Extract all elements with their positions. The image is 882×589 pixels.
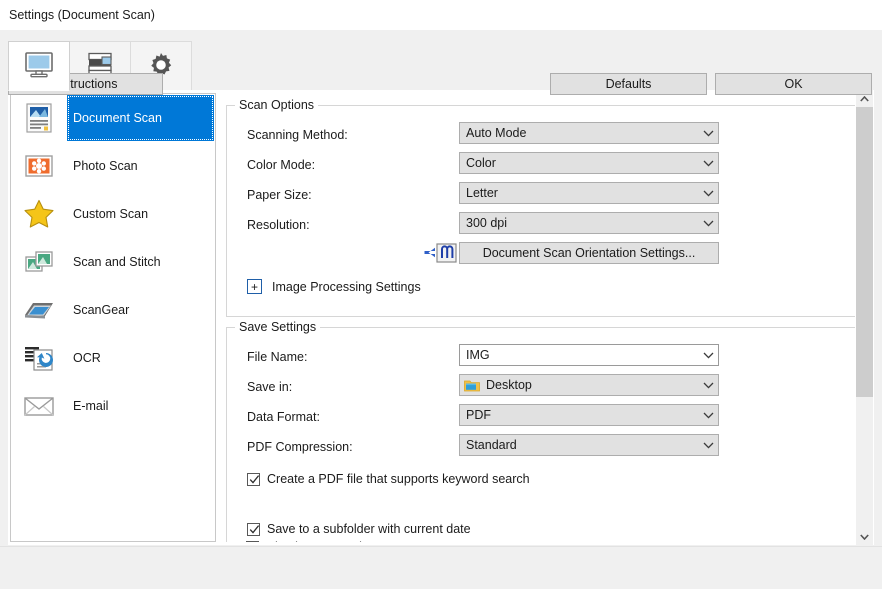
resolution-value: 300 dpi	[466, 216, 508, 230]
chevron-down-icon	[698, 123, 718, 143]
image-processing-settings-row[interactable]: + Image Processing Settings	[247, 279, 421, 294]
sidebar-item-label: ScanGear	[73, 303, 130, 317]
resolution-combo[interactable]: 300 dpi	[459, 212, 719, 234]
paper-size-value: Letter	[466, 186, 498, 200]
sidebar-nav-list[interactable]: Document Scan Photo Scan Custom Scan Sca…	[10, 93, 216, 542]
chevron-down-icon	[698, 213, 718, 233]
scanning-method-label: Scanning Method:	[247, 128, 348, 142]
chevron-down-icon	[698, 345, 718, 365]
data-format-value: PDF	[466, 408, 491, 422]
file-name-value: IMG	[466, 348, 490, 362]
defaults-button[interactable]: Defaults	[550, 73, 707, 95]
sidebar-item-custom-scan[interactable]: Custom Scan	[11, 190, 215, 238]
file-name-label: File Name:	[247, 350, 308, 364]
checkbox-row-keyword-search[interactable]: Create a PDF file that supports keyword …	[247, 470, 530, 488]
color-mode-combo[interactable]: Color	[459, 152, 719, 174]
save-settings-group-title: Save Settings	[235, 320, 321, 334]
sidebar-item-label: Custom Scan	[73, 207, 149, 221]
photo-scan-icon	[21, 148, 57, 184]
document-scan-icon	[21, 100, 57, 136]
sidebar-item-scangear[interactable]: ScanGear	[11, 286, 215, 334]
chevron-down-icon	[698, 435, 718, 455]
pdf-compression-value: Standard	[466, 438, 517, 452]
ok-button[interactable]: OK	[715, 73, 872, 95]
data-format-label: Data Format:	[247, 410, 320, 424]
sidebar-item-document-scan[interactable]: Document Scan	[11, 94, 215, 142]
scrollbar-thumb[interactable]	[856, 107, 873, 397]
scan-and-stitch-icon	[21, 244, 57, 280]
image-processing-settings-label: Image Processing Settings	[272, 279, 421, 294]
paper-size-label: Paper Size:	[247, 188, 312, 202]
checkbox-unchecked-icon[interactable]	[246, 540, 259, 542]
tab-scan-from-computer[interactable]	[8, 41, 70, 91]
sidebar-item-label: OCR	[73, 351, 101, 365]
scanning-method-combo[interactable]: Auto Mode	[459, 122, 719, 144]
chevron-down-icon	[698, 153, 718, 173]
pdf-compression-label: PDF Compression:	[247, 440, 353, 454]
scroll-down-arrow-icon[interactable]	[856, 528, 873, 545]
settings-content-frame: Document Scan Photo Scan Custom Scan Sca…	[8, 90, 874, 545]
title-bar: Settings (Document Scan)	[0, 0, 882, 30]
sidebar-item-photo-scan[interactable]: Photo Scan	[11, 142, 215, 190]
chevron-down-icon	[698, 183, 718, 203]
checkbox-label: Check scan results	[266, 540, 372, 543]
scanning-method-value: Auto Mode	[466, 126, 527, 140]
vertical-scrollbar[interactable]	[855, 90, 873, 545]
checkbox-row-subfolder-date[interactable]: Save to a subfolder with current date	[247, 520, 471, 538]
resolution-label: Resolution:	[247, 218, 310, 232]
scan-options-group: Scan Options Scanning Method: Auto Mode …	[226, 98, 860, 317]
chevron-down-icon	[698, 405, 718, 425]
sidebar-item-email[interactable]: E-mail	[11, 382, 215, 430]
file-name-combo[interactable]: IMG	[459, 344, 719, 366]
save-in-value: Desktop	[486, 378, 532, 392]
color-mode-value: Color	[466, 156, 496, 170]
window-title: Settings (Document Scan)	[9, 8, 155, 22]
sidebar-item-ocr[interactable]: OCR	[11, 334, 215, 382]
sidebar-item-label: E-mail	[73, 399, 109, 413]
color-mode-label: Color Mode:	[247, 158, 316, 172]
checkbox-checked-icon[interactable]	[247, 472, 260, 486]
ocr-icon	[21, 340, 57, 376]
star-icon	[21, 196, 57, 232]
paper-size-combo[interactable]: Letter	[459, 182, 719, 204]
scangear-icon	[21, 292, 57, 328]
checkbox-checked-icon[interactable]	[247, 522, 260, 536]
footer-bar	[0, 547, 882, 589]
scrollbar-track[interactable]	[856, 107, 873, 528]
chevron-down-icon	[698, 375, 718, 395]
expander-plus-icon[interactable]: +	[247, 279, 262, 294]
sidebar-item-label: Scan and Stitch	[73, 255, 161, 269]
save-in-label: Save in:	[247, 380, 293, 394]
settings-pane: Scan Options Scanning Method: Auto Mode …	[220, 93, 860, 542]
orientation-preview-icon	[423, 242, 459, 269]
checkbox-label: Save to a subfolder with current date	[267, 521, 471, 536]
document-scan-orientation-settings-button[interactable]: Document Scan Orientation Settings...	[459, 242, 719, 264]
sidebar-item-scan-and-stitch[interactable]: Scan and Stitch	[11, 238, 215, 286]
save-in-combo[interactable]: Desktop	[459, 374, 719, 396]
checkbox-row-check-scan-results[interactable]: Check scan results	[246, 538, 372, 542]
sidebar-item-label: Photo Scan	[73, 159, 138, 173]
sidebar-item-label: Document Scan	[67, 95, 214, 141]
pdf-compression-combo[interactable]: Standard	[459, 434, 719, 456]
monitor-icon	[23, 51, 55, 82]
folder-icon	[464, 379, 482, 392]
envelope-icon	[21, 388, 57, 424]
window-body: Document Scan Photo Scan Custom Scan Sca…	[0, 30, 882, 589]
checkbox-label: Create a PDF file that supports keyword …	[267, 471, 530, 486]
scan-options-group-title: Scan Options	[235, 98, 319, 112]
save-settings-group: Save Settings File Name: IMG Save in: De…	[226, 320, 860, 542]
data-format-combo[interactable]: PDF	[459, 404, 719, 426]
